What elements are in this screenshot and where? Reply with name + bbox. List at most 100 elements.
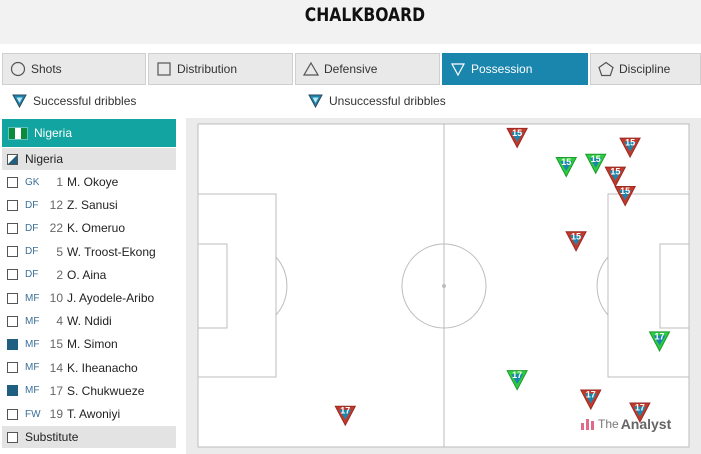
centre-spot [442,284,446,288]
player-position: MF [25,362,40,374]
player-checkbox[interactable] [7,246,18,258]
player-row[interactable]: DF 22 K. Omeruo [2,217,176,240]
down-triangle-icon [449,60,467,78]
player-row[interactable]: MF 17 S. Chukwueze [2,380,176,402]
player-name: K. Omeruo [67,221,126,236]
legend-unsuccessful[interactable]: Unsuccessful dribbles [308,92,446,110]
analyst-logo-icon [581,419,594,430]
player-checkbox[interactable] [7,385,18,397]
substitute-label: Substitute [25,430,79,444]
player-position: DF [25,246,39,258]
marker-player-number: 17 [655,331,665,341]
player-number: 19 [49,407,63,421]
player-checkbox[interactable] [7,338,18,350]
player-position: MF [25,385,40,397]
player-row[interactable]: MF 15 M. Simon [2,333,176,355]
legend-label: Successful dribbles [33,94,137,108]
successful-marker-icon [12,94,27,108]
player-checkbox[interactable] [7,269,18,281]
player-row[interactable]: FW 19 T. Awoniyi [2,403,176,425]
player-name: Z. Sanusi [67,198,118,213]
pitch-panel: 15 15 15 15 15 15 15 17 17 17 17 17 [186,118,701,454]
marker-player-number: 17 [340,406,350,416]
player-row[interactable]: DF 12 Z. Sanusi [2,194,176,216]
player-checkbox[interactable] [7,315,18,327]
legend-label: Unsuccessful dribbles [329,94,446,108]
player-name: T. Awoniyi [67,407,121,421]
circle-icon [9,60,27,78]
nigeria-flag-icon [8,126,28,140]
tab-label: Possession [471,62,533,76]
player-number: 22 [49,221,63,236]
select-all-nigeria[interactable]: Nigeria [2,148,176,170]
tab-discipline[interactable]: Discipline [590,53,701,85]
player-checkbox[interactable] [7,362,18,374]
player-row[interactable]: DF 2 O. Aina [2,263,176,286]
player-checkbox[interactable] [7,292,18,304]
marker-player-number: 15 [561,157,571,167]
player-name: M. Okoye [67,175,119,189]
tab-defensive[interactable]: Defensive [295,53,440,85]
marker-player-number: 17 [635,402,645,412]
player-row[interactable]: MF 4 W. Ndidi [2,310,176,333]
player-number: 12 [49,198,63,213]
player-checkbox[interactable] [7,199,18,211]
player-name: W. Troost-Ekong [67,244,156,259]
page-title: CHALKBOARD [304,4,426,26]
pentagon-icon [597,60,615,78]
pitch: 1515 15151515151717171717 [197,123,690,448]
player-position: DF [25,222,39,234]
header-bar: CHALKBOARD [0,0,701,44]
player-name: K. Iheanacho [67,360,138,375]
player-name: W. Ndidi [67,314,112,329]
player-position: MF [25,338,40,350]
team-header[interactable]: Nigeria [2,119,176,147]
unsuccessful-marker-icon [308,94,323,108]
player-checkbox[interactable] [7,176,18,188]
marker-player-number: 15 [620,186,630,196]
player-number: 15 [49,337,63,352]
tab-label: Shots [31,62,62,76]
player-position: DF [25,199,39,211]
marker-player-number: 17 [586,390,596,400]
tab-possession[interactable]: Possession [442,53,588,85]
tab-shots[interactable]: Shots [2,53,146,85]
square-icon [155,60,173,78]
substitute-checkbox[interactable] [7,431,18,443]
player-row[interactable]: MF 10 J. Ayodele-Aribo [2,287,176,309]
player-number: 4 [56,314,63,329]
tab-distribution[interactable]: Distribution [148,53,293,85]
legend-successful[interactable]: Successful dribbles [12,92,136,110]
player-number: 14 [49,360,63,375]
player-number: 1 [56,175,63,189]
marker-player-number: 15 [512,128,522,138]
select-all-checkbox[interactable] [7,153,18,165]
player-position: FW [25,408,41,420]
marker-player-number: 15 [625,138,635,148]
player-name: M. Simon [67,337,118,352]
team-name: Nigeria [34,126,73,140]
marker-player-number: 15 [571,231,581,241]
player-row[interactable]: MF 14 K. Iheanacho [2,356,176,379]
player-checkbox[interactable] [7,408,18,420]
player-number: 5 [56,244,63,259]
player-position: MF [25,315,40,327]
player-row[interactable]: DF 5 W. Troost-Ekong [2,241,176,263]
marker-player-number: 15 [591,154,601,164]
triangle-icon [302,60,320,78]
player-name: S. Chukwueze [67,383,145,398]
player-position: DF [25,269,39,281]
select-all-label: Nigeria [25,152,64,166]
tab-label: Distribution [177,62,238,76]
watermark-brand: Analyst [620,416,672,432]
tab-label: Defensive [324,62,378,76]
tab-bar: Shots Distribution Defensive Possession … [0,53,701,85]
player-name: O. Aina [67,267,107,282]
player-row[interactable]: GK 1 M. Okoye [2,171,176,193]
watermark-prefix: The [598,417,619,431]
tab-label: Discipline [619,62,671,76]
substitute-row[interactable]: Substitute [2,426,176,448]
player-checkbox[interactable] [7,222,18,234]
marker-player-number: 17 [512,370,522,380]
player-name: J. Ayodele-Aribo [67,291,155,305]
